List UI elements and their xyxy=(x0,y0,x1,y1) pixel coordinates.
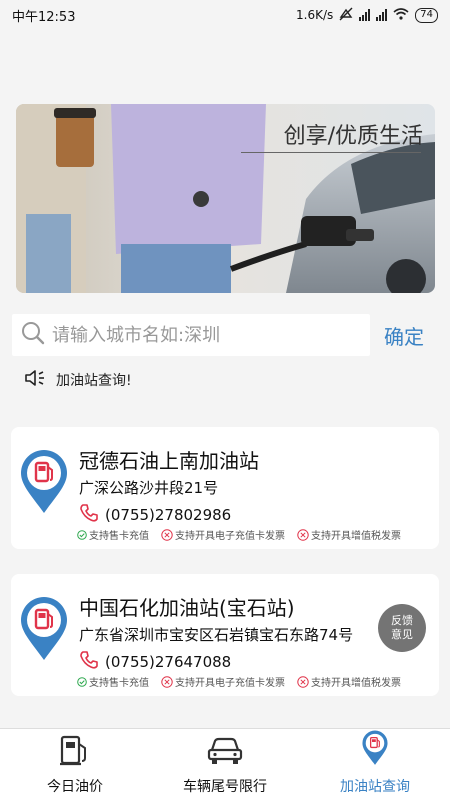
station-name: 冠德石油上南加油站 xyxy=(79,449,259,473)
search-row: 确定 xyxy=(12,314,442,356)
feedback-line2: 意见 xyxy=(391,628,413,641)
feedback-button[interactable]: 反馈 意见 xyxy=(378,604,426,652)
station-address: 广东省深圳市宝安区石岩镇宝石东路74号 xyxy=(79,626,354,644)
mute-icon xyxy=(339,7,353,24)
feature-label: 支持开具增值税发票 xyxy=(311,678,401,689)
station-phone-row[interactable]: (0755)27647088 xyxy=(79,650,231,674)
battery-icon: 74 xyxy=(415,7,438,23)
tab-plate-restriction[interactable]: 车辆尾号限行 xyxy=(150,729,300,800)
confirm-button[interactable]: 确定 xyxy=(384,321,424,350)
feature-item: 支持开具电子充值卡发票 xyxy=(161,527,285,542)
station-name: 中国石化加油站(宝石站) xyxy=(79,596,295,620)
feature-item: 支持开具增值税发票 xyxy=(297,674,401,689)
tab-oil-price[interactable]: 今日油价 xyxy=(0,729,150,800)
feature-item: 支持售卡充值 xyxy=(77,527,149,542)
notice-bar: 加油站查询! xyxy=(24,368,132,392)
bottom-tab-bar: 今日油价 车辆尾号限行 加油站查询 xyxy=(0,728,450,800)
feature-item: 支持开具电子充值卡发票 xyxy=(161,674,285,689)
station-features: 支持售卡充值 支持开具电子充值卡发票 支持开具增值税发票 xyxy=(77,527,401,542)
tab-label: 今日油价 xyxy=(47,779,103,795)
feature-label: 支持开具增值税发票 xyxy=(311,531,401,542)
station-address: 广深公路沙井段21号 xyxy=(79,479,219,497)
banner-divider xyxy=(241,152,421,153)
fuel-pump-icon xyxy=(58,734,92,770)
tab-label: 加油站查询 xyxy=(340,779,410,795)
cross-circle-icon xyxy=(297,675,309,688)
station-card[interactable]: 中国石化加油站(宝石站) 广东省深圳市宝安区石岩镇宝石东路74号 (0755)2… xyxy=(11,574,439,696)
search-icon xyxy=(20,320,46,350)
feature-label: 支持售卡充值 xyxy=(89,531,149,542)
feature-item: 支持开具增值税发票 xyxy=(297,527,401,542)
gas-station-pin-icon xyxy=(19,449,69,519)
speaker-icon xyxy=(24,368,48,392)
wifi-icon xyxy=(393,7,409,23)
status-time: 中午12:53 xyxy=(12,9,76,25)
cross-circle-icon xyxy=(161,528,173,541)
search-box[interactable] xyxy=(12,314,370,356)
phone-icon xyxy=(79,650,99,674)
tab-gas-station-search[interactable]: 加油站查询 xyxy=(300,729,450,800)
promo-banner[interactable]: 创享/优质生活 xyxy=(16,104,435,293)
status-icons: 1.6K/s 74 xyxy=(296,7,438,24)
signal-icon xyxy=(376,9,388,21)
car-icon xyxy=(206,736,244,770)
banner-caption: 创享/优质生活 xyxy=(283,124,423,149)
status-bar: 中午12:53 1.6K/s 74 xyxy=(0,0,450,30)
feature-label: 支持售卡充值 xyxy=(89,678,149,689)
tab-label: 车辆尾号限行 xyxy=(183,779,267,795)
check-circle-icon xyxy=(77,676,87,687)
station-phone-row[interactable]: (0755)27802986 xyxy=(79,503,231,527)
feature-label: 支持开具电子充值卡发票 xyxy=(175,678,285,689)
net-speed: 1.6K/s xyxy=(296,8,334,22)
gas-station-pin-icon xyxy=(19,596,69,666)
feature-item: 支持售卡充值 xyxy=(77,674,149,689)
cross-circle-icon xyxy=(297,528,309,541)
phone-icon xyxy=(79,503,99,527)
station-features: 支持售卡充值 支持开具电子充值卡发票 支持开具增值税发票 xyxy=(77,674,401,689)
station-phone[interactable]: (0755)27802986 xyxy=(105,506,231,524)
gas-station-pin-icon xyxy=(361,730,389,770)
feedback-line1: 反馈 xyxy=(391,614,413,627)
hd-signal-icon xyxy=(359,9,371,21)
feature-label: 支持开具电子充值卡发票 xyxy=(175,531,285,542)
check-circle-icon xyxy=(77,529,87,540)
station-phone[interactable]: (0755)27647088 xyxy=(105,653,231,671)
cross-circle-icon xyxy=(161,675,173,688)
search-input[interactable] xyxy=(52,324,352,346)
station-card[interactable]: 冠德石油上南加油站 广深公路沙井段21号 (0755)27802986 支持售卡… xyxy=(11,427,439,549)
notice-text: 加油站查询! xyxy=(56,373,132,389)
